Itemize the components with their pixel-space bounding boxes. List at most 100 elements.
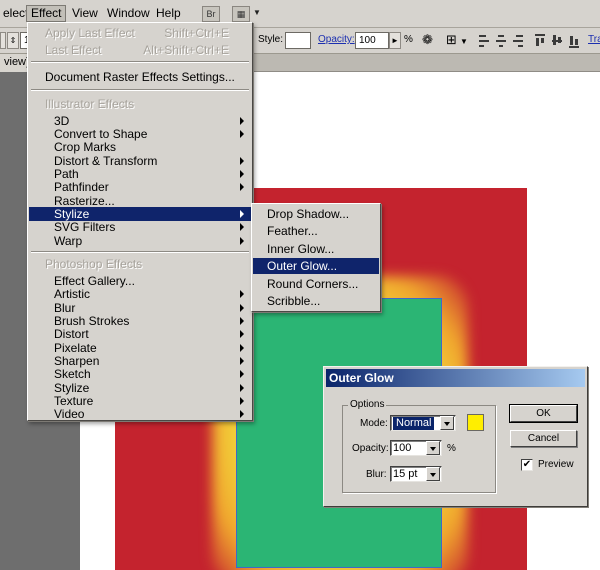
illustrator-effects-header: Illustrator Effects	[29, 97, 251, 111]
submenu-arrow-icon	[240, 170, 244, 178]
menu-item-label: Last Effect	[45, 43, 102, 57]
align-reference-icon[interactable]: ⊞	[446, 32, 457, 48]
align-vertical-center-icon[interactable]	[550, 32, 564, 48]
style-swatch[interactable]	[285, 32, 311, 49]
arrange-documents-icon[interactable]: ▦	[232, 6, 250, 22]
menu-item-last-effect[interactable]: Last Effect Alt+Shift+Ctrl+E	[29, 43, 251, 57]
menu-item-photoshop-stylize[interactable]: Stylize	[29, 381, 251, 395]
submenu-arrow-icon	[240, 304, 244, 312]
opacity-dropdown-arrow-icon[interactable]	[426, 441, 440, 455]
blur-dropdown-arrow-icon[interactable]	[426, 467, 440, 481]
transform-link-text[interactable]: Tra	[588, 34, 600, 45]
align-right-icon[interactable]	[511, 32, 525, 48]
menu-item-inner-glow[interactable]: Inner Glow...	[253, 241, 379, 257]
chevron-down-icon[interactable]: ▼	[253, 8, 261, 17]
menu-item-pixelate[interactable]: Pixelate	[29, 341, 251, 355]
cancel-button[interactable]: Cancel	[510, 430, 577, 447]
submenu-arrow-icon	[240, 210, 244, 218]
stroke-weight-spinner-icon[interactable]	[0, 32, 6, 49]
menu-item-effect-gallery[interactable]: Effect Gallery...	[29, 274, 251, 288]
transform-link[interactable]: Tra	[588, 34, 600, 45]
menu-item-label: Effect Gallery...	[54, 274, 135, 288]
menu-item-sketch[interactable]: Sketch	[29, 367, 251, 381]
menu-help[interactable]: Help	[152, 5, 185, 22]
menu-item-blur[interactable]: Blur	[29, 301, 251, 315]
mode-dropdown-arrow-icon[interactable]	[440, 416, 454, 430]
menu-item-label: Blur	[54, 301, 76, 315]
menu-item-label: SVG Filters	[54, 220, 116, 234]
menu-item-label: Convert to Shape	[54, 127, 148, 141]
menu-item-feather[interactable]: Feather...	[253, 223, 379, 239]
menu-item-label: Sketch	[54, 367, 91, 381]
menu-separator	[31, 89, 249, 91]
align-left-icon[interactable]	[477, 32, 491, 48]
opacity-unit-label: %	[447, 443, 456, 454]
menu-item-round-corners[interactable]: Round Corners...	[253, 276, 379, 292]
menu-item-label: Video	[54, 407, 85, 421]
menu-item-path[interactable]: Path	[29, 167, 251, 181]
menu-item-rasterize[interactable]: Rasterize...	[29, 194, 251, 208]
menu-item-drop-shadow[interactable]: Drop Shadow...	[253, 206, 379, 222]
menu-item-label: Scribble...	[267, 294, 321, 308]
menu-item-stylize[interactable]: Stylize	[29, 207, 251, 221]
menu-item-scribble[interactable]: Scribble...	[253, 293, 379, 309]
menu-separator	[31, 61, 249, 63]
align-top-icon[interactable]	[533, 32, 547, 48]
menu-item-shortcut: Alt+Shift+Ctrl+E	[143, 43, 229, 57]
opacity-unit: %	[404, 34, 413, 45]
menu-item-label: Inner Glow...	[267, 242, 335, 256]
menu-item-brush-strokes[interactable]: Brush Strokes	[29, 314, 251, 328]
align-bottom-icon[interactable]	[567, 32, 581, 48]
outer-glow-dialog: Outer Glow Options Mode: Normal Opacity:…	[323, 366, 588, 507]
menu-item-svg-filters[interactable]: SVG Filters	[29, 220, 251, 234]
menu-item-document-raster-effects-settings[interactable]: Document Raster Effects Settings...	[29, 70, 251, 84]
mode-select-value: Normal	[393, 417, 435, 430]
align-horizontal-center-icon[interactable]	[494, 32, 508, 48]
submenu-arrow-icon	[240, 330, 244, 338]
blur-label: Blur:	[366, 469, 387, 480]
menu-item-crop-marks[interactable]: Crop Marks	[29, 140, 251, 154]
menu-item-3d[interactable]: 3D	[29, 114, 251, 128]
glow-color-swatch[interactable]	[467, 414, 484, 431]
submenu-arrow-icon	[240, 317, 244, 325]
submenu-arrow-icon	[240, 370, 244, 378]
submenu-arrow-icon	[240, 223, 244, 231]
menu-item-pathfinder[interactable]: Pathfinder	[29, 180, 251, 194]
style-label: Style:	[258, 34, 284, 45]
menu-item-sharpen[interactable]: Sharpen	[29, 354, 251, 368]
menu-item-label: Artistic	[54, 287, 90, 301]
menu-item-label: Round Corners...	[267, 277, 359, 291]
menu-item-label: Warp	[54, 234, 83, 248]
ok-button[interactable]: OK	[509, 404, 578, 423]
opacity-dropdown-icon[interactable]: ►	[389, 32, 401, 49]
menu-item-apply-last-effect[interactable]: Apply Last Effect Shift+Ctrl+E	[29, 26, 251, 40]
dialog-title-bar[interactable]: Outer Glow	[326, 369, 585, 387]
stroke-weight-stepper-icon[interactable]: ⇕	[7, 32, 19, 49]
opacity-link[interactable]: Opacity:	[318, 34, 355, 45]
submenu-arrow-icon	[240, 237, 244, 245]
preview-checkbox[interactable]: ✔	[521, 459, 533, 471]
menu-item-video[interactable]: Video	[29, 407, 251, 421]
bridge-icon[interactable]: Br	[202, 6, 220, 22]
menu-item-distort[interactable]: Distort	[29, 327, 251, 341]
menu-item-label: Apply Last Effect	[45, 26, 135, 40]
menu-item-shortcut: Shift+Ctrl+E	[164, 26, 229, 40]
preview-label: Preview	[538, 459, 574, 470]
menu-item-artistic[interactable]: Artistic	[29, 287, 251, 301]
menu-item-outer-glow[interactable]: Outer Glow...	[253, 258, 379, 274]
menu-view[interactable]: View	[68, 5, 102, 22]
menu-item-label: Stylize	[54, 207, 90, 221]
opacity-input[interactable]: 100	[355, 32, 389, 49]
menu-item-convert-to-shape[interactable]: Convert to Shape	[29, 127, 251, 141]
menu-window[interactable]: Window	[103, 5, 154, 22]
opacity-link-text[interactable]: Opacity:	[318, 34, 355, 45]
menu-item-label: Document Raster Effects Settings...	[45, 70, 235, 84]
menu-effect[interactable]: Effect	[26, 5, 67, 22]
menu-item-texture[interactable]: Texture	[29, 394, 251, 408]
menu-item-warp[interactable]: Warp	[29, 234, 251, 248]
menu-item-label: 3D	[54, 114, 70, 128]
align-reference-arrow-icon[interactable]: ▼	[460, 37, 468, 46]
menu-item-label: Rasterize...	[54, 194, 115, 208]
menu-item-distort-transform[interactable]: Distort & Transform	[29, 154, 251, 168]
recolor-artwork-icon[interactable]: ❁	[422, 32, 433, 48]
